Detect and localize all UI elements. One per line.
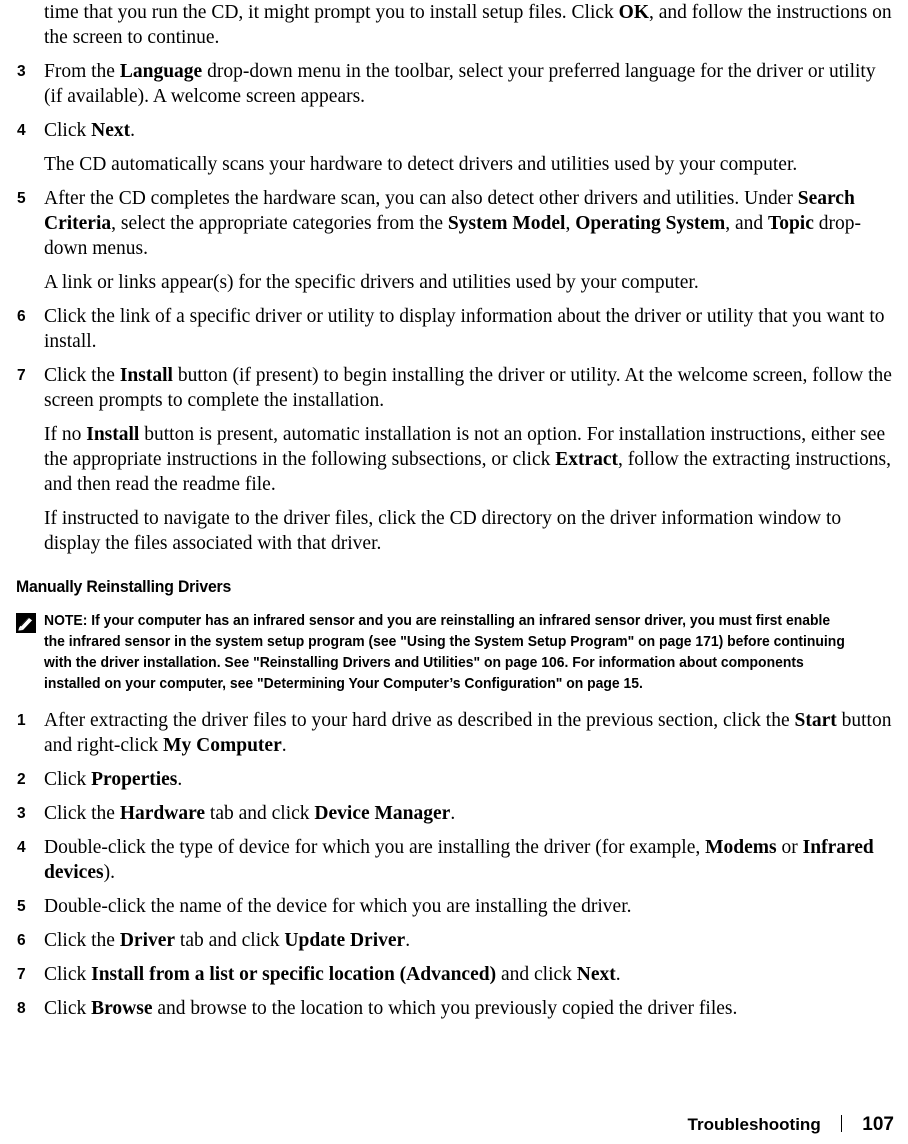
procedure-step: 7 Click the Install button (if present) t… — [16, 363, 892, 413]
step-continuation-paragraph: A link or links appear(s) for the specif… — [44, 272, 699, 293]
note-text: If your computer has an infrared sensor … — [44, 613, 845, 692]
step-number: 1 — [17, 712, 26, 729]
step-text: After extracting the driver files to you… — [44, 710, 892, 756]
procedure-step: 3 From the Language drop-down menu in the… — [16, 59, 892, 109]
note-body: NOTE: If your computer has an infrared s… — [44, 611, 854, 695]
step-number: 2 — [17, 771, 26, 788]
step-number: 3 — [17, 805, 26, 822]
page-content: time that you run the CD, it might promp… — [16, 0, 892, 1021]
procedure-step: 7 Click Install from a list or specific l… — [16, 962, 892, 987]
procedure-step: 5 Double-click the name of the device for… — [16, 894, 892, 919]
procedure-step: 8 Click Browse and browse to the location… — [16, 996, 892, 1021]
procedure-step: 4 Double-click the type of device for whi… — [16, 835, 892, 885]
step-number: 7 — [17, 966, 26, 983]
step-continuation-paragraph: time that you run the CD, it might promp… — [44, 2, 892, 48]
step-text: Click the Install button (if present) to… — [44, 365, 892, 411]
step-number: 3 — [17, 63, 26, 80]
document-page: time that you run the CD, it might promp… — [0, 0, 908, 1144]
footer-inner: Troubleshooting 107 — [688, 1113, 894, 1136]
step-text: From the Language drop-down menu in the … — [44, 61, 876, 107]
procedure-step: 1 After extracting the driver files to yo… — [16, 708, 892, 758]
procedure-step: 6 Click the Driver tab and click Update D… — [16, 928, 892, 953]
step-continuation-paragraph: The CD automatically scans your hardware… — [44, 154, 798, 175]
step-text: Click the link of a specific driver or u… — [44, 306, 885, 352]
step-number: 7 — [17, 367, 26, 384]
step-continuation-paragraph: If no Install button is present, automat… — [44, 424, 891, 495]
step-number: 6 — [17, 932, 26, 949]
step-number: 4 — [17, 122, 26, 139]
step-text: Click Next. — [44, 120, 135, 141]
footer-page-number: 107 — [862, 1114, 894, 1135]
step-number: 5 — [17, 898, 26, 915]
footer-chapter-title: Troubleshooting — [687, 1115, 821, 1134]
procedure-list-top: time that you run the CD, it might promp… — [16, 0, 892, 556]
procedure-step: 2 Click Properties. — [16, 767, 892, 792]
step-text: Double-click the name of the device for … — [44, 896, 632, 917]
step-text: Click the Driver tab and click Update Dr… — [44, 930, 411, 951]
step-continuation-paragraph: If instructed to navigate to the driver … — [44, 508, 842, 554]
step-number: 4 — [17, 839, 26, 856]
page-footer: Troubleshooting 107 — [0, 1113, 908, 1141]
step-text: Click Browse and browse to the location … — [44, 998, 738, 1019]
procedure-step: 4 Click Next. — [16, 118, 892, 143]
step-text: Click Properties. — [44, 769, 183, 790]
section-heading: Manually Reinstalling Drivers — [16, 577, 232, 596]
step-number: 6 — [17, 308, 26, 325]
step-text: Double-click the type of device for whic… — [44, 837, 874, 883]
footer-separator-rule — [840, 1115, 843, 1132]
procedure-step: 3 Click the Hardware tab and click Device… — [16, 801, 892, 826]
step-text: After the CD completes the hardware scan… — [44, 188, 862, 259]
pencil-note-icon — [16, 613, 36, 633]
step-text: Click Install from a list or specific lo… — [44, 964, 621, 985]
step-number: 8 — [17, 1000, 26, 1017]
procedure-step: 5 After the CD completes the hardware sca… — [16, 186, 892, 261]
note-label: NOTE: — [44, 613, 88, 629]
procedure-step: 6 Click the link of a specific driver or … — [16, 304, 892, 354]
note-icon-wrapper — [16, 611, 44, 633]
note-callout: NOTE: If your computer has an infrared s… — [16, 611, 892, 695]
step-text: Click the Hardware tab and click Device … — [44, 803, 456, 824]
step-number: 5 — [17, 190, 26, 207]
procedure-list-bottom: 1 After extracting the driver files to yo… — [16, 708, 892, 1021]
